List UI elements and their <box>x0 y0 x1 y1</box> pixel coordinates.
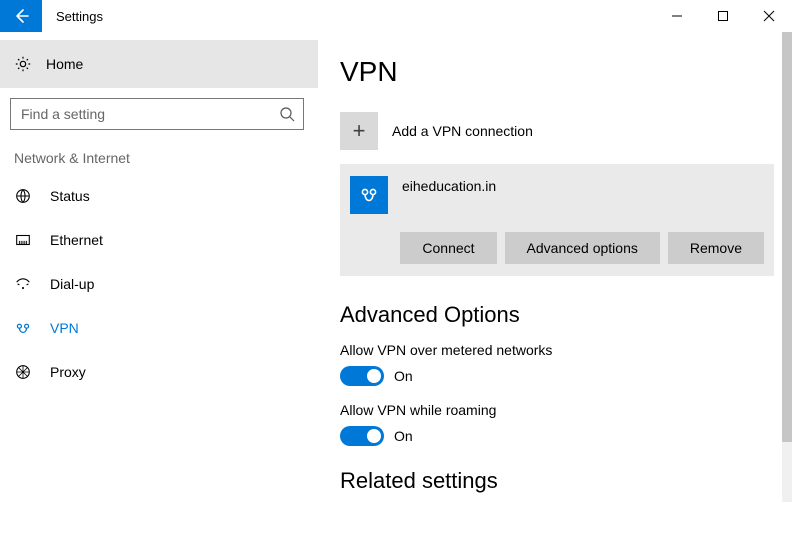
sidebar-item-label: VPN <box>50 320 79 336</box>
toggle-label: Allow VPN over metered networks <box>340 342 774 358</box>
search-box[interactable] <box>10 98 304 130</box>
close-button[interactable] <box>746 0 792 32</box>
home-nav-item[interactable]: Home <box>0 40 318 88</box>
add-vpn-row[interactable]: + Add a VPN connection <box>340 112 774 150</box>
connect-button[interactable]: Connect <box>400 232 496 264</box>
vpn-connection-card[interactable]: eiheducation.in Connect Advanced options… <box>340 164 774 276</box>
toggle-roaming: Allow VPN while roaming On <box>340 402 774 446</box>
vpn-connection-name: eiheducation.in <box>402 176 496 194</box>
sidebar-item-vpn[interactable]: VPN <box>0 306 318 350</box>
advanced-options-heading: Advanced Options <box>340 302 774 328</box>
minimize-button[interactable] <box>654 0 700 32</box>
sidebar-item-label: Ethernet <box>50 232 103 248</box>
sidebar-item-label: Proxy <box>50 364 86 380</box>
home-label: Home <box>46 56 83 72</box>
window-controls <box>654 0 792 32</box>
add-tile: + <box>340 112 378 150</box>
close-icon <box>763 10 775 22</box>
scrollbar-thumb[interactable] <box>782 32 792 442</box>
toggle-label: Allow VPN while roaming <box>340 402 774 418</box>
sidebar-item-proxy[interactable]: Proxy <box>0 350 318 394</box>
dialup-icon <box>14 275 32 293</box>
maximize-icon <box>717 10 729 22</box>
minimize-icon <box>671 10 683 22</box>
back-arrow-icon <box>12 7 30 25</box>
vpn-icon <box>357 183 381 207</box>
proxy-icon <box>14 363 32 381</box>
scrollbar[interactable] <box>782 32 792 502</box>
sidebar-item-label: Status <box>50 188 90 204</box>
sidebar-item-dialup[interactable]: Dial-up <box>0 262 318 306</box>
maximize-button[interactable] <box>700 0 746 32</box>
sidebar-item-status[interactable]: Status <box>0 174 318 218</box>
add-vpn-label: Add a VPN connection <box>392 123 533 139</box>
toggle-switch-roaming[interactable] <box>340 426 384 446</box>
search-input[interactable] <box>21 106 279 122</box>
sidebar-item-ethernet[interactable]: Ethernet <box>0 218 318 262</box>
sidebar-section-label: Network & Internet <box>0 136 318 174</box>
titlebar: Settings <box>0 0 792 32</box>
toggle-state: On <box>394 368 413 384</box>
back-button[interactable] <box>0 0 42 32</box>
toggle-metered: Allow VPN over metered networks On <box>340 342 774 386</box>
globe-icon <box>14 187 32 205</box>
toggle-switch-metered[interactable] <box>340 366 384 386</box>
ethernet-icon <box>14 231 32 249</box>
page-title: VPN <box>340 56 774 88</box>
search-icon <box>279 106 295 122</box>
main-panel: VPN + Add a VPN connection eiheducation.… <box>318 32 792 540</box>
sidebar: Home Network & Internet Status <box>0 32 318 540</box>
toggle-state: On <box>394 428 413 444</box>
related-settings-heading: Related settings <box>340 468 774 494</box>
plus-icon: + <box>353 118 366 144</box>
advanced-options-button[interactable]: Advanced options <box>505 232 660 264</box>
window-title: Settings <box>42 0 654 32</box>
remove-button[interactable]: Remove <box>668 232 764 264</box>
vpn-icon <box>14 319 32 337</box>
sidebar-item-label: Dial-up <box>50 276 94 292</box>
gear-icon <box>14 55 32 73</box>
vpn-tile-icon <box>350 176 388 214</box>
